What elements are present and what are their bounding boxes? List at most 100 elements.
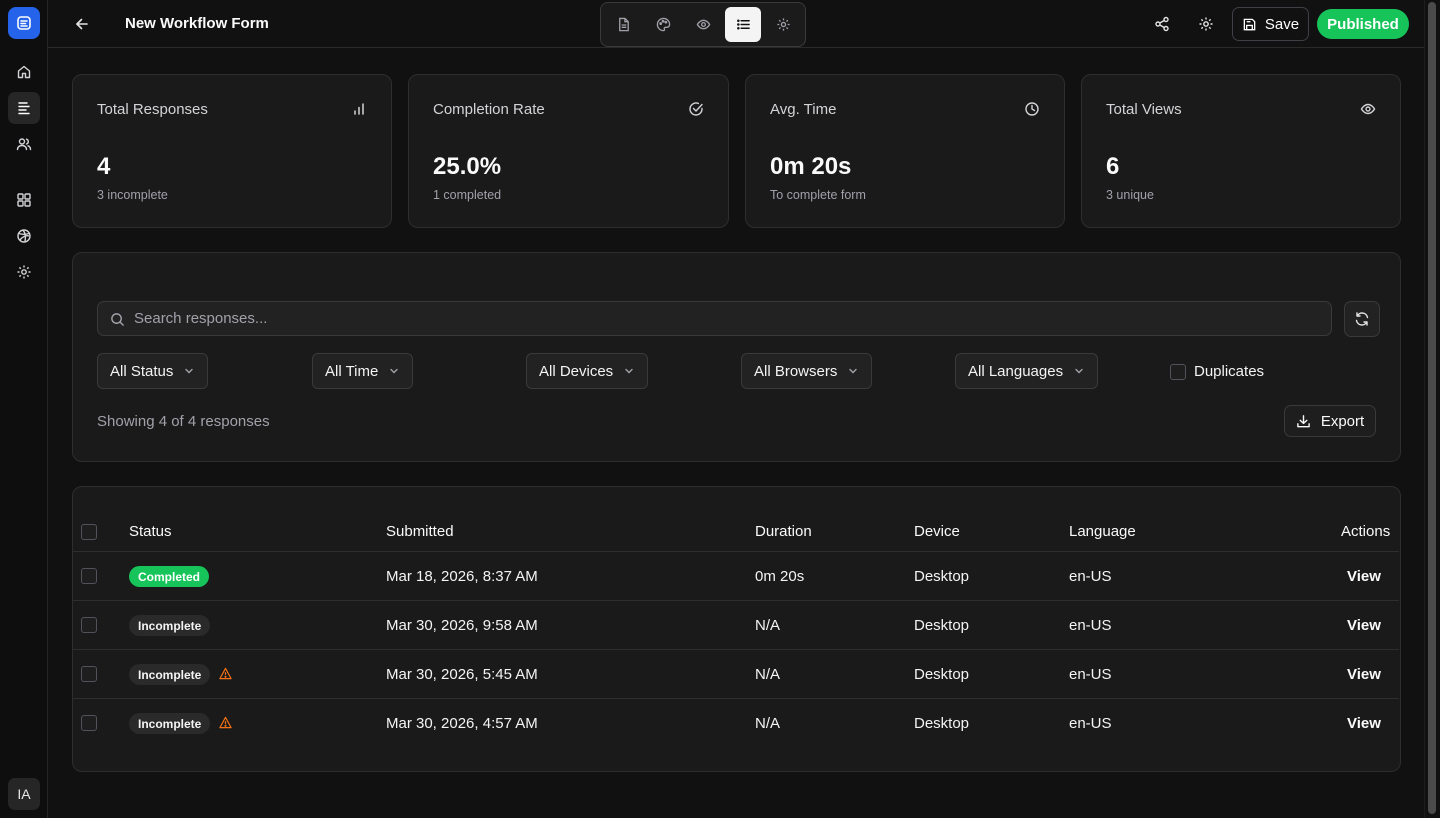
duration-cell: N/A — [755, 715, 781, 732]
view-link[interactable]: View — [1347, 617, 1381, 634]
home-nav-button[interactable] — [8, 56, 40, 88]
share-button[interactable] — [1150, 12, 1174, 36]
tab-settings[interactable] — [765, 7, 801, 42]
submitted-cell: Mar 30, 2026, 9:58 AM — [386, 617, 538, 634]
responses-table: Status Submitted Duration Device Languag… — [72, 486, 1401, 772]
column-header-submitted[interactable]: Submitted — [386, 523, 454, 540]
warning-icon — [219, 667, 232, 680]
settings-nav-button[interactable] — [8, 256, 40, 288]
browsers-filter-select[interactable]: All Browsers — [741, 353, 873, 389]
chevron-down-icon — [849, 368, 858, 374]
stat-value: 25.0% — [433, 153, 502, 180]
view-link[interactable]: View — [1347, 666, 1381, 683]
stat-label: Total Views — [1106, 101, 1182, 118]
stat-label: Completion Rate — [433, 101, 545, 118]
gear-icon — [776, 18, 790, 31]
view-switcher — [600, 2, 806, 47]
warning-icon — [219, 716, 232, 729]
status-badge: Incomplete — [129, 713, 211, 734]
tab-theme[interactable] — [645, 7, 681, 42]
column-header-language[interactable]: Language — [1069, 523, 1136, 540]
grid-icon — [17, 193, 31, 207]
avatar-initials: IA — [17, 786, 31, 802]
users-icon — [16, 138, 32, 151]
column-header-device[interactable]: Device — [914, 523, 960, 540]
device-cell: Desktop — [914, 666, 970, 683]
app-logo[interactable] — [8, 7, 40, 39]
check-circle-icon — [689, 102, 703, 116]
time-filter-value: All Time — [325, 362, 379, 380]
tab-responses[interactable] — [725, 7, 761, 42]
palette-icon — [656, 17, 670, 32]
row-checkbox[interactable] — [81, 568, 97, 584]
form-settings-button[interactable] — [1194, 12, 1218, 36]
forms-nav-button[interactable] — [8, 92, 40, 124]
export-button[interactable]: Export — [1284, 405, 1376, 437]
time-filter-select[interactable]: All Time — [312, 353, 414, 389]
row-checkbox[interactable] — [81, 617, 97, 633]
save-label: Save — [1264, 15, 1300, 33]
select-all-checkbox[interactable] — [81, 524, 97, 540]
users-nav-button[interactable] — [8, 128, 40, 160]
table-row[interactable]: Completed Mar 18, 2026, 8:37 AM 0m 20s D… — [73, 551, 1399, 600]
chevron-down-icon — [390, 368, 399, 374]
save-button[interactable]: Save — [1232, 7, 1309, 41]
devices-filter-select[interactable]: All Devices — [526, 353, 649, 389]
user-avatar[interactable]: IA — [8, 778, 40, 810]
forms-icon — [18, 102, 30, 115]
device-cell: Desktop — [914, 715, 970, 732]
column-header-status[interactable]: Status — [129, 523, 172, 540]
row-checkbox[interactable] — [81, 666, 97, 682]
published-button[interactable]: Published — [1317, 9, 1409, 39]
globe-icon — [17, 229, 31, 243]
integrations-nav-button[interactable] — [8, 220, 40, 252]
table-row[interactable]: Incomplete Mar 30, 2026, 5:45 AM N/A Des… — [73, 649, 1399, 698]
export-label: Export — [1320, 412, 1365, 430]
gear-icon — [17, 265, 31, 279]
logo-icon — [17, 16, 31, 30]
eye-icon — [1360, 103, 1376, 115]
row-checkbox[interactable] — [81, 715, 97, 731]
column-header-duration[interactable]: Duration — [755, 523, 812, 540]
top-bar: New Workflow Form Save Published — [48, 0, 1424, 48]
list-icon — [736, 19, 750, 30]
refresh-icon — [1355, 312, 1369, 326]
table-row[interactable]: Incomplete Mar 30, 2026, 4:57 AM N/A Des… — [73, 698, 1399, 747]
search-input[interactable] — [134, 302, 1314, 335]
view-link[interactable]: View — [1347, 568, 1381, 585]
table-row[interactable]: Incomplete Mar 30, 2026, 9:58 AM N/A Des… — [73, 600, 1399, 649]
refresh-button[interactable] — [1344, 301, 1380, 337]
duration-cell: 0m 20s — [755, 568, 805, 585]
duplicates-toggle[interactable]: Duplicates — [1170, 363, 1264, 380]
languages-filter-value: All Languages — [968, 362, 1064, 380]
column-header-actions: Actions — [1341, 523, 1391, 540]
stat-label: Avg. Time — [770, 101, 837, 118]
stat-label: Total Responses — [97, 101, 208, 118]
duplicates-checkbox[interactable] — [1170, 363, 1186, 380]
status-filter-select[interactable]: All Status — [97, 353, 209, 389]
share-icon — [1155, 16, 1169, 32]
scrollbar-thumb[interactable] — [1428, 2, 1436, 814]
language-cell: en-US — [1069, 666, 1112, 683]
stat-subtext: 1 completed — [433, 188, 502, 202]
back-button[interactable] — [70, 12, 94, 36]
document-icon — [618, 17, 629, 32]
stat-subtext: 3 incomplete — [97, 188, 168, 202]
arrow-left-icon — [76, 18, 88, 30]
apps-nav-button[interactable] — [8, 184, 40, 216]
tab-preview[interactable] — [685, 7, 721, 42]
duplicates-label: Duplicates — [1194, 363, 1265, 380]
eye-icon — [696, 19, 710, 30]
stat-value: 4 — [97, 153, 111, 180]
stat-card-completion-rate: Completion Rate 25.0% 1 completed — [408, 74, 729, 228]
stat-card-avg-time: Avg. Time 0m 20s To complete form — [745, 74, 1065, 228]
tab-editor[interactable] — [605, 7, 641, 42]
language-cell: en-US — [1069, 617, 1112, 634]
stat-subtext: To complete form — [770, 188, 866, 202]
left-rail: IA — [0, 0, 48, 818]
view-link[interactable]: View — [1347, 715, 1381, 732]
stat-value: 6 — [1106, 153, 1120, 180]
languages-filter-select[interactable]: All Languages — [955, 353, 1099, 389]
browsers-filter-value: All Browsers — [754, 362, 838, 380]
duration-cell: N/A — [755, 617, 781, 634]
